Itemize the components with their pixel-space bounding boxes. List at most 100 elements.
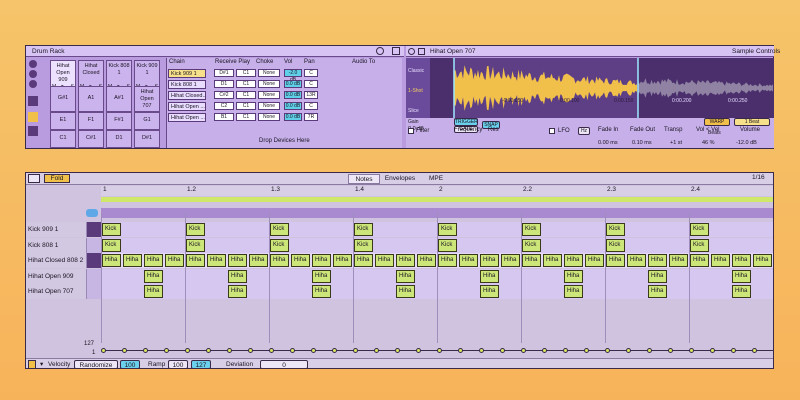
midi-note[interactable]: Hiha bbox=[144, 254, 163, 267]
vol-vel-value[interactable]: 46 % bbox=[702, 140, 715, 146]
row-preview-swatch[interactable] bbox=[86, 284, 101, 299]
tab-mpe[interactable]: MPE bbox=[424, 174, 448, 184]
classic-mode[interactable]: Classic bbox=[408, 68, 424, 74]
tab-envelopes[interactable]: Envelopes bbox=[381, 174, 419, 184]
midi-note[interactable]: Hiha bbox=[375, 254, 394, 267]
midi-note[interactable]: Hiha bbox=[732, 285, 751, 298]
receive-note[interactable]: C#2 bbox=[214, 91, 234, 99]
chain-volume[interactable]: 0.0 dB bbox=[284, 102, 302, 110]
row-label[interactable]: Kick 808 1 bbox=[26, 237, 86, 253]
play-note[interactable]: C1 bbox=[236, 113, 256, 121]
midi-note[interactable]: Hiha bbox=[690, 254, 709, 267]
velocity-marker[interactable] bbox=[101, 348, 106, 353]
midi-note[interactable]: Hiha bbox=[165, 254, 184, 267]
velocity-marker[interactable] bbox=[290, 348, 295, 353]
receive-note[interactable]: D#1 bbox=[214, 69, 234, 77]
midi-note[interactable]: Hiha bbox=[480, 269, 499, 283]
midi-note[interactable]: Hiha bbox=[228, 254, 247, 267]
row-label[interactable]: Hihat Open 909 bbox=[26, 268, 86, 284]
ramp-start[interactable]: 100 bbox=[168, 360, 188, 368]
row-preview-swatch[interactable] bbox=[86, 268, 101, 284]
pad[interactable]: Hihat Open 707 bbox=[134, 86, 160, 112]
velocity-marker[interactable] bbox=[689, 348, 694, 353]
one-shot-mode[interactable]: 1-Shot bbox=[408, 88, 423, 94]
midi-note[interactable]: Hiha bbox=[648, 269, 667, 283]
pad[interactable]: E1 bbox=[50, 112, 76, 130]
midi-note[interactable]: Hiha bbox=[459, 254, 478, 267]
midi-note[interactable]: Hiha bbox=[312, 254, 331, 267]
midi-note[interactable]: Hiha bbox=[291, 254, 310, 267]
velocity-marker[interactable] bbox=[605, 348, 610, 353]
row-preview-swatch[interactable] bbox=[86, 253, 101, 268]
choke-select[interactable]: None bbox=[258, 113, 280, 121]
beat-ruler[interactable]: 1 1.2 1.3 1.4 2 2.2 2.3 2.4 bbox=[101, 186, 773, 196]
fold-button[interactable]: Fold bbox=[44, 174, 70, 183]
velocity-lane[interactable] bbox=[101, 345, 773, 358]
midi-note[interactable]: Hiha bbox=[753, 254, 772, 267]
midi-note[interactable]: Hiha bbox=[606, 254, 625, 267]
pad-overview-selected[interactable] bbox=[28, 112, 38, 122]
chain-row[interactable]: Hihat Closed... C#2 C1 None 0.0 dB 13R bbox=[168, 91, 408, 100]
midi-note[interactable]: Kick bbox=[186, 223, 205, 236]
midi-note[interactable]: Kick bbox=[102, 223, 121, 236]
randomize-value[interactable]: 100 bbox=[120, 360, 140, 368]
receive-note[interactable]: C2 bbox=[214, 102, 234, 110]
row-label[interactable]: Hihat Closed 808 2 bbox=[26, 253, 86, 268]
play-note[interactable]: C1 bbox=[236, 102, 256, 110]
velocity-marker[interactable] bbox=[521, 348, 526, 353]
midi-note[interactable]: Kick bbox=[354, 238, 373, 252]
midi-note[interactable]: Hiha bbox=[249, 254, 268, 267]
chain-pan[interactable]: C bbox=[304, 69, 318, 77]
sample-tab[interactable]: Sample bbox=[732, 46, 754, 57]
midi-note[interactable]: Hiha bbox=[501, 254, 520, 267]
velocity-marker[interactable] bbox=[500, 348, 505, 353]
midi-note[interactable]: Hiha bbox=[522, 254, 541, 267]
chain-volume[interactable]: 0.0 dB bbox=[284, 113, 302, 121]
chain-name[interactable]: Hihat Closed... bbox=[168, 91, 206, 100]
midi-note[interactable]: Kick bbox=[186, 238, 205, 252]
choke-select[interactable]: None bbox=[258, 91, 280, 99]
pad[interactable]: C1 bbox=[50, 130, 76, 148]
device-power-icon[interactable] bbox=[376, 47, 384, 55]
midi-note[interactable]: Hiha bbox=[648, 285, 667, 298]
midi-note[interactable]: Hiha bbox=[585, 254, 604, 267]
chain-pan[interactable]: C bbox=[304, 80, 318, 88]
velocity-marker[interactable] bbox=[563, 348, 568, 353]
fade-in-value[interactable]: 0.00 ms bbox=[598, 140, 618, 146]
velocity-marker[interactable] bbox=[479, 348, 484, 353]
slice-mode[interactable]: Slice bbox=[408, 108, 419, 114]
midi-note[interactable]: Hiha bbox=[333, 254, 352, 267]
midi-note[interactable]: Hiha bbox=[564, 269, 583, 283]
velocity-marker[interactable] bbox=[731, 348, 736, 353]
midi-note[interactable]: Hiha bbox=[648, 254, 667, 267]
midi-note[interactable]: Hiha bbox=[732, 254, 751, 267]
velocity-marker[interactable] bbox=[248, 348, 253, 353]
midi-note[interactable]: Hiha bbox=[564, 254, 583, 267]
row-preview-swatch[interactable] bbox=[86, 222, 101, 237]
velocity-marker[interactable] bbox=[647, 348, 652, 353]
midi-note[interactable]: Hiha bbox=[270, 254, 289, 267]
midi-note[interactable]: Hiha bbox=[543, 254, 562, 267]
choke-select[interactable]: None bbox=[258, 69, 280, 77]
sampler-title-bar[interactable]: Hihat Open 707 Sample Controls bbox=[406, 46, 780, 57]
midi-note[interactable]: Hiha bbox=[669, 254, 688, 267]
midi-note[interactable]: Hiha bbox=[144, 285, 163, 298]
loop-brace[interactable] bbox=[101, 197, 773, 202]
midi-note[interactable]: Hiha bbox=[732, 269, 751, 283]
chain-pan[interactable]: 7R bbox=[304, 113, 318, 121]
velocity-marker[interactable] bbox=[626, 348, 631, 353]
choke-select[interactable]: None bbox=[258, 102, 280, 110]
search-icon[interactable] bbox=[28, 174, 40, 183]
play-note[interactable]: C1 bbox=[236, 69, 256, 77]
velocity-marker[interactable] bbox=[395, 348, 400, 353]
midi-note[interactable]: Hiha bbox=[354, 254, 373, 267]
pad[interactable]: G#1 bbox=[50, 86, 76, 112]
velocity-marker[interactable] bbox=[584, 348, 589, 353]
midi-note[interactable]: Hiha bbox=[396, 254, 415, 267]
chain-pan[interactable]: C bbox=[304, 102, 318, 110]
receive-note[interactable]: B1 bbox=[214, 113, 234, 121]
midi-note[interactable]: Hiha bbox=[228, 269, 247, 283]
midi-note[interactable]: Hiha bbox=[144, 269, 163, 283]
velocity-marker[interactable] bbox=[752, 348, 757, 353]
chain-volume[interactable]: -2.0 dB bbox=[284, 69, 302, 83]
